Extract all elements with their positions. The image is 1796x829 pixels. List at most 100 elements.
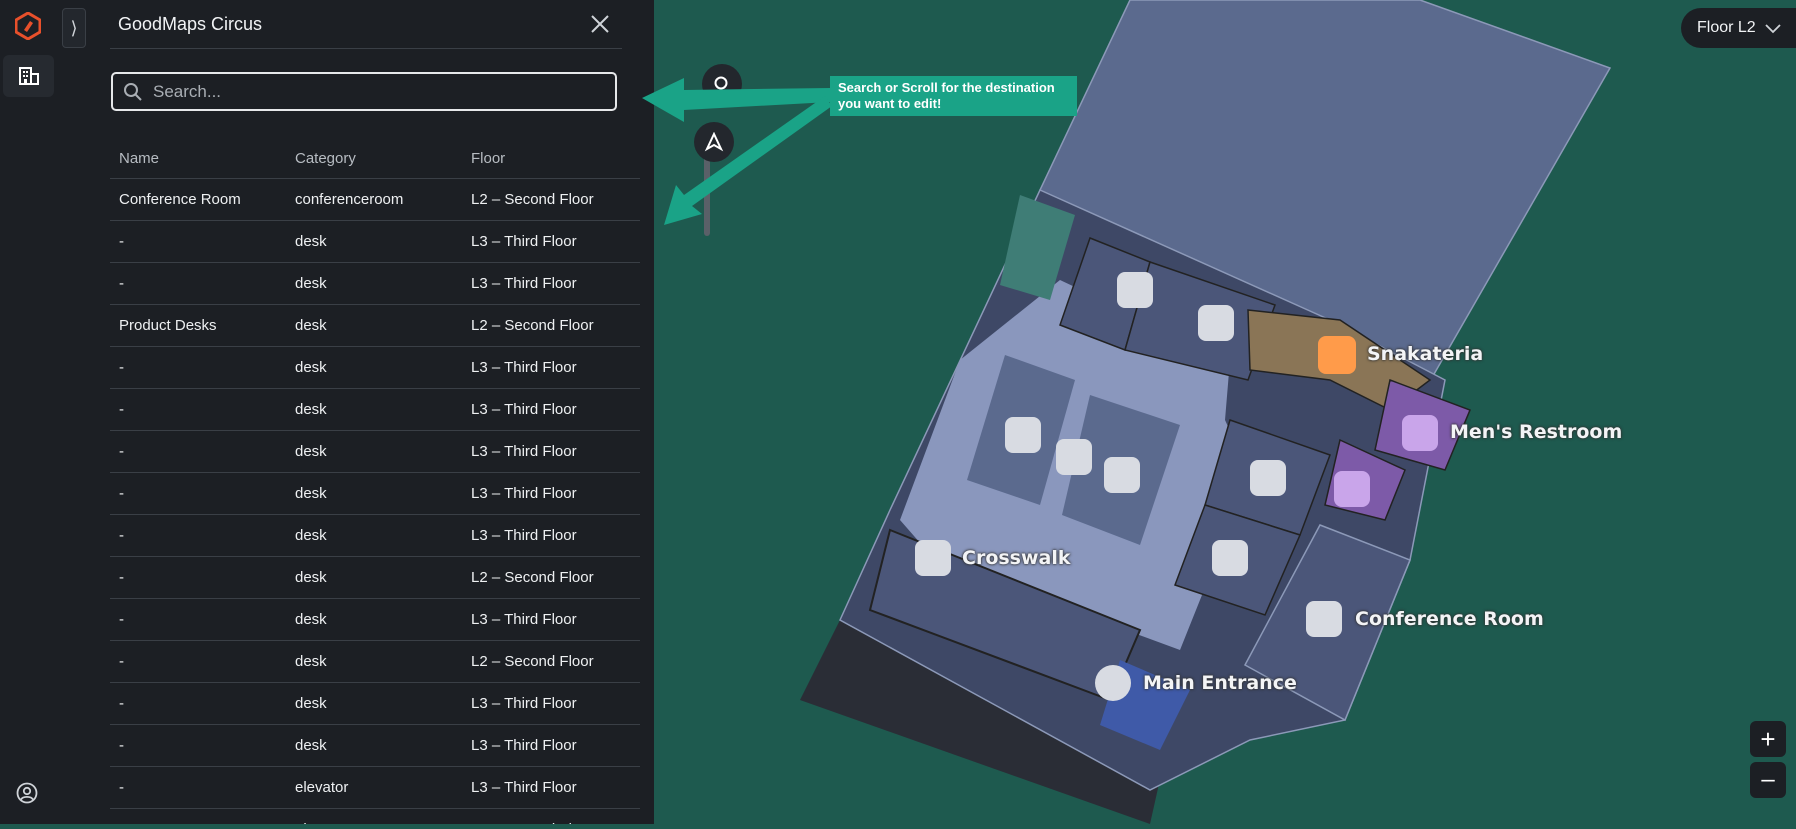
tooltip-arrows-icon (642, 78, 832, 225)
cell-category: desk (295, 401, 327, 418)
cell-floor: L2 – Second Floor (471, 569, 594, 586)
cell-category: desk (295, 527, 327, 544)
destinations-panel: GoodMaps Circus Name Category Floor Conf… (62, 0, 710, 824)
column-header-name[interactable]: Name (110, 150, 286, 167)
cell-category: desk (295, 737, 327, 754)
entrance-icon[interactable] (1095, 665, 1131, 701)
chevron-down-icon (1765, 24, 1781, 34)
map-label-snakateria[interactable]: Snakateria (1367, 343, 1483, 365)
table-row[interactable]: - desk L3 – Third Floor (110, 515, 640, 557)
floor-selector[interactable]: Floor L2 (1681, 8, 1796, 48)
column-header-category[interactable]: Category (286, 150, 462, 167)
table-row[interactable]: - desk L3 – Third Floor (110, 347, 640, 389)
cell-category: desk (295, 569, 327, 586)
restroom-icon[interactable] (1402, 415, 1438, 451)
cell-name: - (119, 359, 124, 376)
cell-floor: L3 – Third Floor (471, 275, 577, 292)
cell-name: - (119, 737, 124, 754)
collapse-panel-button[interactable]: ⟩ (62, 8, 86, 48)
zoom-out-button[interactable]: – (1750, 762, 1786, 798)
cell-floor: L2 – Second Floor (471, 653, 594, 670)
cell-name: - (119, 443, 124, 460)
minus-icon: – (1761, 766, 1775, 793)
panel-title: GoodMaps Circus (118, 13, 263, 34)
table-row[interactable]: - desk L3 – Third Floor (110, 599, 640, 641)
destinations-table: Name Category Floor Conference Room confe… (110, 138, 640, 824)
plus-icon: + (1760, 723, 1776, 754)
panel-header: GoodMaps Circus (110, 0, 622, 49)
table-row[interactable]: - desk L3 – Third Floor (110, 221, 640, 263)
cell-floor: L3 – Third Floor (471, 401, 577, 418)
cell-category: desk (295, 695, 327, 712)
map-label-crosswalk[interactable]: Crosswalk (962, 547, 1071, 569)
crosswalk-icon-3[interactable] (1104, 457, 1140, 493)
meeting-icon[interactable] (1306, 601, 1342, 637)
table-row[interactable]: - desk L3 – Third Floor (110, 683, 640, 725)
cell-floor: L3 – Third Floor (471, 485, 577, 502)
cell-category: desk (295, 359, 327, 376)
building-icon (18, 67, 39, 85)
table-row[interactable]: - elevator L3 – Third Floor (110, 767, 640, 809)
cell-floor: L2 – Second Floor (471, 317, 594, 334)
search-icon (124, 82, 142, 101)
cell-floor: L3 – Third Floor (471, 233, 577, 250)
account-icon[interactable] (16, 782, 38, 804)
cell-name: - (119, 653, 124, 670)
table-row[interactable]: - desk L3 – Third Floor (110, 389, 640, 431)
cell-name: - (119, 233, 124, 250)
table-row[interactable]: - desk L2 – Second Floor (110, 641, 640, 683)
cell-name: - (119, 527, 124, 544)
tooltip-hint: Search or Scroll for the destination you… (830, 76, 1077, 116)
cell-floor: L3 – Third Floor (471, 779, 577, 796)
cell-category: desk (295, 443, 327, 460)
cell-category: elevator (295, 779, 349, 796)
table-row[interactable]: - desk L3 – Third Floor (110, 725, 640, 767)
cell-category: desk (295, 317, 327, 334)
cell-category: desk (295, 611, 327, 628)
table-row[interactable]: - desk L3 – Third Floor (110, 431, 640, 473)
map-label-main-entrance[interactable]: Main Entrance (1143, 672, 1297, 694)
table-row[interactable]: - desk L3 – Third Floor (110, 473, 640, 515)
crosswalk-icon-4[interactable] (915, 540, 951, 576)
cell-category: desk (295, 485, 327, 502)
cell-floor: L3 – Third Floor (471, 527, 577, 544)
cell-name: - (119, 779, 124, 796)
poi-marker-icon[interactable] (1117, 272, 1153, 308)
close-icon (591, 15, 609, 33)
cell-category: desk (295, 233, 327, 250)
briefcase-icon-3[interactable] (1212, 540, 1248, 576)
column-header-floor[interactable]: Floor (462, 150, 640, 167)
cell-name: - (119, 275, 124, 292)
cell-name: - (119, 611, 124, 628)
crosswalk-icon-2[interactable] (1056, 439, 1092, 475)
cell-category: desk (295, 275, 327, 292)
table-row[interactable]: - desk L3 – Third Floor (110, 263, 640, 305)
table-row[interactable]: - desk L2 – Second Floor (110, 557, 640, 599)
cell-category: conferenceroom (295, 191, 404, 208)
cell-floor: L3 – Third Floor (471, 611, 577, 628)
cell-name: - (119, 695, 124, 712)
close-button[interactable] (586, 10, 614, 38)
cell-floor: L3 – Third Floor (471, 737, 577, 754)
cell-name: Product Desks (119, 317, 217, 334)
crosswalk-icon[interactable] (1005, 417, 1041, 453)
food-icon[interactable] (1318, 336, 1356, 374)
restroom-icon-2[interactable] (1334, 471, 1370, 507)
app-logo-icon[interactable] (14, 11, 42, 41)
map-label-conference-room[interactable]: Conference Room (1355, 608, 1544, 630)
briefcase-icon-2[interactable] (1250, 460, 1286, 496)
search-input[interactable] (151, 80, 595, 103)
building-nav-button[interactable] (3, 55, 54, 97)
map-label-mens-restroom[interactable]: Men's Restroom (1450, 421, 1622, 443)
floor-selector-label: Floor L2 (1697, 19, 1756, 36)
cell-category: desk (295, 653, 327, 670)
table-row[interactable]: Conference Room conferenceroom L2 – Second… (110, 179, 640, 221)
chevron-right-icon: ⟩ (70, 17, 78, 38)
cell-name: - (119, 569, 124, 586)
table-row[interactable]: Product Desks desk L2 – Second Floor (110, 305, 640, 347)
search-box (111, 72, 617, 111)
table-row[interactable]: -elevatorL2 – Second Floor (110, 809, 640, 824)
zoom-in-button[interactable]: + (1750, 721, 1786, 757)
cell-name: - (119, 485, 124, 502)
briefcase-icon[interactable] (1198, 305, 1234, 341)
